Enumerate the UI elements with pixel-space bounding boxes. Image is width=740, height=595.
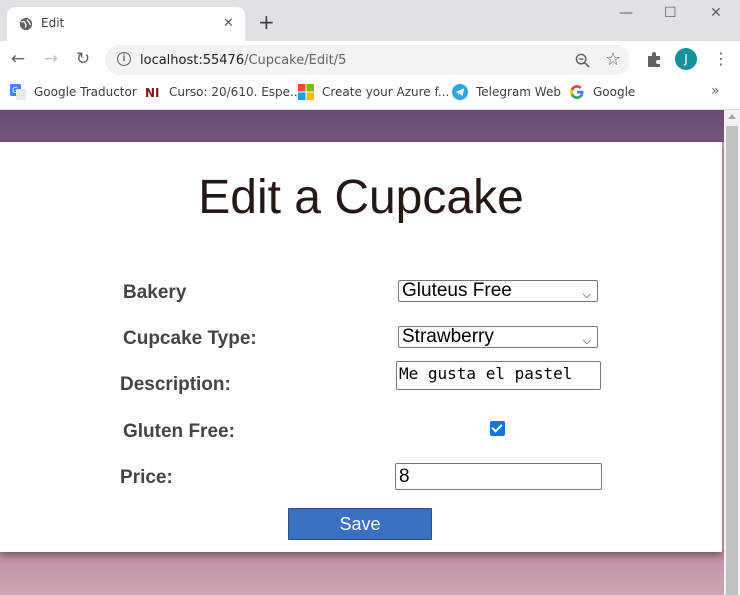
maximize-icon[interactable]: ☐ xyxy=(664,5,677,21)
telegram-icon xyxy=(452,84,468,100)
bookmark-curso[interactable]: NI Curso: 20/610. Espe... xyxy=(145,84,302,102)
edit-form-card: Edit a Cupcake Bakery Gluteus Free ⌵ Cup… xyxy=(0,142,722,552)
forward-arrow-icon[interactable]: → xyxy=(42,50,60,68)
reload-icon[interactable]: ↻ xyxy=(74,50,92,68)
chevron-down-icon: ⌵ xyxy=(582,289,591,301)
new-tab-button[interactable]: + xyxy=(258,12,275,32)
minimize-icon[interactable]: — xyxy=(619,5,633,21)
chevron-down-icon: ⌵ xyxy=(582,335,591,347)
description-textarea[interactable]: Me gusta el pastel xyxy=(396,361,601,390)
bookmark-star-icon[interactable]: ☆ xyxy=(605,49,621,70)
price-label: Price: xyxy=(120,467,173,488)
vertical-scrollbar[interactable] xyxy=(724,110,740,595)
save-button[interactable]: Save xyxy=(288,508,432,540)
svg-text:G: G xyxy=(12,86,18,95)
site-info-icon[interactable]: i xyxy=(117,52,131,66)
bookmark-telegram[interactable]: Telegram Web xyxy=(452,84,561,102)
url-text[interactable]: localhost:55476/Cupcake/Edit/5 xyxy=(140,53,346,68)
zoom-icon[interactable] xyxy=(575,53,590,68)
bakery-selected-value: Gluteus Free xyxy=(402,280,512,301)
profile-avatar[interactable]: J xyxy=(675,48,697,70)
tab-close-icon[interactable]: ✕ xyxy=(223,16,234,31)
microsoft-icon xyxy=(298,84,314,100)
google-translate-icon: G xyxy=(10,84,26,100)
extensions-puzzle-icon[interactable] xyxy=(645,50,663,68)
globe-icon xyxy=(19,17,33,31)
browser-toolbar: ← → ↻ i localhost:55476/Cupcake/Edit/5 ☆… xyxy=(0,41,740,77)
scroll-thumb[interactable] xyxy=(726,126,738,595)
price-input[interactable]: 8 xyxy=(395,463,602,490)
google-icon xyxy=(570,85,584,99)
page-title: Edit a Cupcake xyxy=(198,171,524,224)
description-label: Description: xyxy=(120,374,231,395)
scroll-up-icon[interactable] xyxy=(728,114,736,119)
bakery-select[interactable]: Gluteus Free ⌵ xyxy=(398,280,598,302)
ni-icon: NI xyxy=(145,86,160,100)
cupcake-type-label: Cupcake Type: xyxy=(123,328,257,349)
address-bar[interactable]: i localhost:55476/Cupcake/Edit/5 ☆ xyxy=(105,45,630,75)
bookmark-google-translate[interactable]: G Google Traductor xyxy=(10,84,137,102)
tab-strip: Edit ✕ + — ☐ ✕ xyxy=(0,0,740,41)
browser-menu-icon[interactable]: ⋮ xyxy=(713,49,729,68)
bakery-label: Bakery xyxy=(123,282,187,303)
cupcake-type-select[interactable]: Strawberry ⌵ xyxy=(398,326,598,348)
bookmarks-overflow-icon[interactable]: » xyxy=(711,83,720,99)
gluten-free-checkbox[interactable] xyxy=(490,421,505,436)
cupcake-type-selected-value: Strawberry xyxy=(402,326,494,347)
tab-title: Edit xyxy=(41,16,65,30)
bookmark-azure[interactable]: Create your Azure f... xyxy=(298,84,449,102)
footer-band xyxy=(0,550,724,595)
back-arrow-icon[interactable]: ← xyxy=(9,50,27,68)
window-close-icon[interactable]: ✕ xyxy=(710,5,722,21)
svg-text:NI: NI xyxy=(145,86,160,100)
browser-tab[interactable]: Edit ✕ xyxy=(7,7,245,41)
bookmarks-bar: G Google Traductor NI Curso: 20/610. Esp… xyxy=(0,77,740,110)
bookmark-google[interactable]: Google xyxy=(569,84,635,102)
gluten-free-label: Gluten Free: xyxy=(123,421,235,442)
header-band xyxy=(0,110,724,142)
page-viewport: Edit a Cupcake Bakery Gluteus Free ⌵ Cup… xyxy=(0,110,724,595)
